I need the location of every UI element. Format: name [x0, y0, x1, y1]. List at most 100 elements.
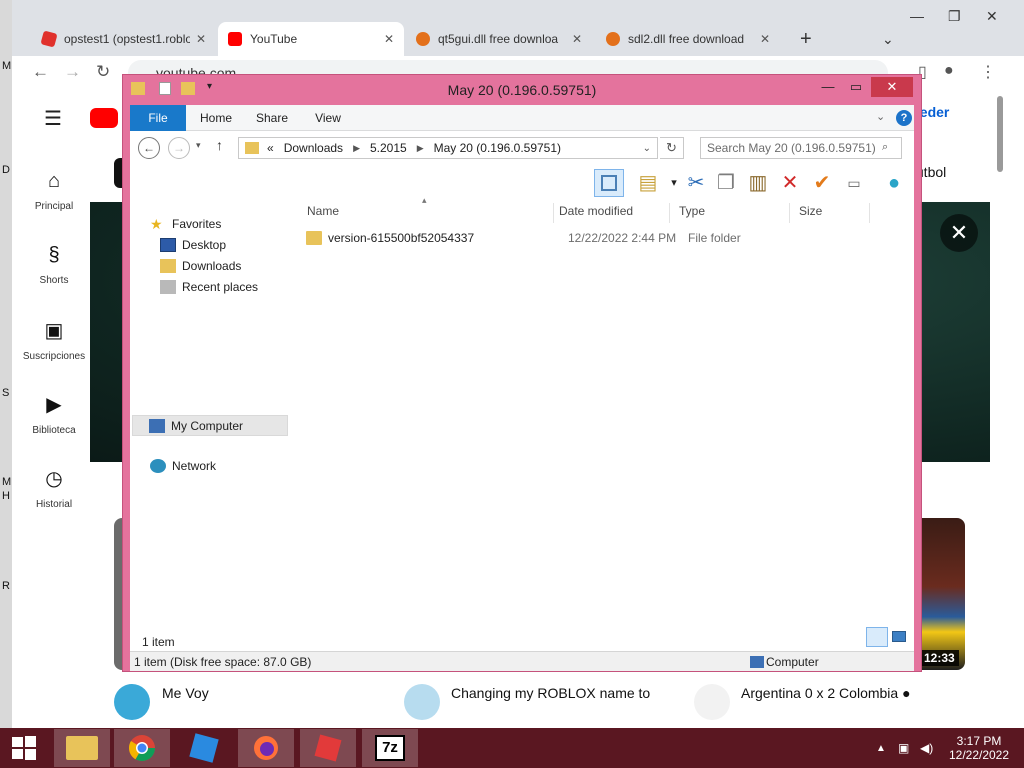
details-view-icon[interactable]: [866, 627, 888, 647]
start-button[interactable]: [0, 729, 48, 767]
close-tab-icon[interactable]: ✕: [196, 32, 206, 46]
chevron-down-icon[interactable]: ⌄: [643, 143, 651, 154]
taskbar-explorer[interactable]: [54, 729, 110, 767]
forward-icon[interactable]: →: [168, 137, 190, 159]
tab-file[interactable]: File: [130, 105, 186, 131]
close-icon[interactable]: ✕: [940, 214, 978, 252]
taskbar-roblox[interactable]: [300, 729, 356, 767]
sort-ascending-icon: ▴: [422, 195, 427, 205]
network-icon: [150, 459, 166, 473]
close-tab-icon[interactable]: ✕: [760, 32, 770, 46]
folder-options-icon[interactable]: ▤: [634, 169, 662, 197]
nav-favorites[interactable]: ★ Favorites: [150, 217, 221, 231]
hamburger-menu-icon[interactable]: ☰: [44, 106, 62, 131]
search-input[interactable]: Search May 20 (0.196.0.59751): [700, 137, 902, 159]
maximize-icon[interactable]: ❐: [948, 8, 961, 25]
back-icon[interactable]: ←: [138, 137, 160, 159]
profile-icon[interactable]: ●: [944, 62, 954, 80]
minimize-icon[interactable]: —: [910, 8, 924, 24]
tab-home[interactable]: Home: [192, 105, 240, 131]
preview-pane-icon[interactable]: [594, 169, 624, 197]
channel-avatar[interactable]: [404, 684, 440, 720]
forward-icon[interactable]: →: [64, 62, 81, 82]
roblox-studio-icon: [189, 733, 219, 763]
title-bar[interactable]: ▾ May 20 (0.196.0.59751) — ▭ ✕: [123, 75, 921, 105]
column-type[interactable]: Type: [670, 203, 790, 223]
nav-suscripciones[interactable]: ▣ Suscripciones: [12, 318, 96, 362]
large-icons-view-icon[interactable]: [890, 627, 908, 647]
taskbar-roblox-studio[interactable]: [176, 729, 232, 767]
rename-icon[interactable]: ▭: [840, 169, 868, 197]
plus-icon[interactable]: +: [790, 22, 822, 56]
close-icon[interactable]: ✕: [871, 77, 913, 97]
refresh-icon[interactable]: ↻: [660, 137, 684, 159]
minimize-icon[interactable]: —: [815, 77, 841, 97]
file-name: version-615500bf52054337: [328, 231, 475, 245]
nav-principal[interactable]: ⌂ Principal: [12, 170, 96, 212]
checkmark-icon[interactable]: ✔: [808, 169, 836, 197]
back-icon[interactable]: ←: [32, 62, 49, 82]
delete-icon[interactable]: ✕: [776, 169, 804, 197]
menu-icon[interactable]: ⋮: [980, 62, 996, 82]
column-size[interactable]: Size: [790, 203, 870, 223]
browser-tab[interactable]: qt5gui.dll free downloa ✕: [406, 22, 592, 56]
volume-icon[interactable]: ◀): [920, 741, 933, 755]
browser-tab[interactable]: sdl2.dll free download ✕: [596, 22, 780, 56]
video-title[interactable]: Argentina 0 x 2 Colombia ●: [741, 685, 911, 701]
close-icon[interactable]: ✕: [986, 8, 998, 25]
column-name[interactable]: Name: [298, 203, 554, 223]
nav-network[interactable]: Network: [150, 459, 216, 473]
breadcrumb-folder[interactable]: 5.2015: [370, 141, 407, 155]
nav-label: Downloads: [182, 259, 242, 273]
reload-icon[interactable]: ↻: [96, 62, 110, 82]
tab-strip: opstest1 (opstest1.roblo ✕ YouTube ✕ qt5…: [12, 0, 1024, 56]
close-tab-icon[interactable]: ✕: [572, 32, 582, 46]
taskbar-firefox[interactable]: [238, 729, 294, 767]
clock[interactable]: 3:17 PM 12/22/2022: [948, 734, 1010, 762]
taskbar-chrome[interactable]: [114, 729, 170, 767]
video-title[interactable]: Changing my ROBLOX name to: [451, 685, 650, 701]
scrollbar[interactable]: [997, 96, 1003, 172]
channel-avatar[interactable]: [114, 684, 150, 720]
breadcrumb-downloads[interactable]: Downloads: [284, 141, 343, 155]
globe-icon[interactable]: ●: [880, 169, 908, 197]
nav-downloads[interactable]: Downloads: [160, 259, 241, 273]
file-row[interactable]: version-615500bf52054337 12/22/2022 2:44…: [298, 229, 898, 249]
breadcrumb-current[interactable]: May 20 (0.196.0.59751): [434, 141, 561, 155]
copy-icon[interactable]: ❐: [712, 169, 740, 197]
video-title[interactable]: Me Voy: [162, 685, 209, 701]
column-date-modified[interactable]: Date modified: [550, 203, 670, 223]
cut-icon[interactable]: ✂: [682, 169, 710, 197]
file-date: 12/22/2022 2:44 PM: [568, 231, 677, 245]
help-icon[interactable]: ?: [896, 110, 912, 126]
chevron-down-icon[interactable]: ⌄: [872, 22, 904, 56]
chevron-right-icon[interactable]: ▶: [417, 143, 424, 154]
chevron-right-icon[interactable]: ▶: [353, 143, 360, 154]
expand-ribbon-icon[interactable]: ⌄: [876, 110, 885, 123]
browser-tab-active[interactable]: YouTube ✕: [218, 22, 404, 56]
tab-share[interactable]: Share: [248, 105, 296, 131]
browser-tab[interactable]: opstest1 (opstest1.roblo ✕: [32, 22, 216, 56]
maximize-icon[interactable]: ▭: [843, 77, 869, 97]
taskbar-7zip[interactable]: 7z: [362, 729, 418, 767]
youtube-logo-icon[interactable]: [90, 108, 118, 128]
breadcrumb-overflow[interactable]: «: [267, 141, 274, 155]
video-thumbnail[interactable]: [917, 518, 965, 670]
search-icon[interactable]: ⌕: [882, 141, 888, 154]
nav-biblioteca[interactable]: ▶ Biblioteca: [12, 392, 96, 436]
nav-historial[interactable]: ◷ Historial: [12, 466, 96, 510]
address-toolbar: ← → ▾ ↑ « Downloads ▶ 5.2015 ▶ May 20 (0…: [130, 131, 914, 167]
tab-view[interactable]: View: [306, 105, 350, 131]
show-hidden-icons-icon[interactable]: ▲: [876, 743, 886, 754]
nav-shorts[interactable]: § Shorts: [12, 244, 96, 286]
channel-avatar[interactable]: [694, 684, 730, 720]
recent-locations-icon[interactable]: ▾: [196, 140, 201, 151]
up-icon[interactable]: ↑: [216, 137, 223, 153]
nav-my-computer[interactable]: My Computer: [132, 415, 288, 436]
breadcrumb[interactable]: « Downloads ▶ 5.2015 ▶ May 20 (0.196.0.5…: [238, 137, 658, 159]
nav-desktop[interactable]: Desktop: [160, 238, 226, 252]
nav-recent-places[interactable]: Recent places: [160, 280, 258, 294]
network-tray-icon[interactable]: ▣: [898, 741, 909, 755]
paste-icon[interactable]: ▥: [744, 169, 772, 197]
close-tab-icon[interactable]: ✕: [384, 32, 394, 46]
